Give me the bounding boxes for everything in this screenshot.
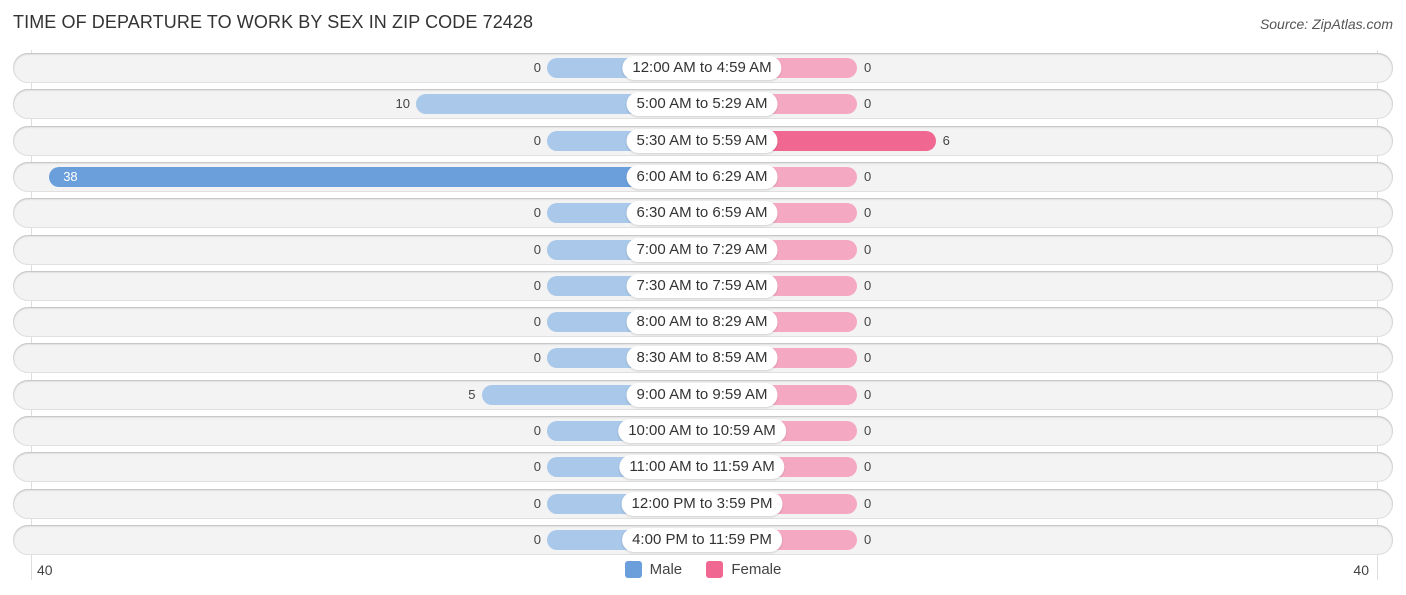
legend-label-male: Male — [649, 561, 683, 578]
category-label: 8:30 AM to 8:59 AM — [626, 346, 778, 371]
male-value-label: 0 — [533, 495, 541, 511]
male-value-label: 0 — [533, 241, 541, 257]
male-swatch — [624, 561, 642, 578]
category-label: 7:30 AM to 7:59 AM — [626, 273, 778, 298]
male-value-label: 5 — [468, 386, 476, 402]
male-bar[interactable] — [49, 166, 702, 187]
category-label: 6:30 AM to 6:59 AM — [626, 201, 778, 226]
category-label: 12:00 AM to 4:59 AM — [622, 56, 782, 80]
female-value-label: 0 — [864, 386, 872, 402]
female-value-label: 0 — [864, 241, 872, 257]
legend-item-male[interactable]: Male — [624, 561, 683, 578]
female-value-label: 0 — [864, 459, 872, 475]
legend: Male Female — [0, 561, 1406, 582]
category-label: 8:00 AM to 8:29 AM — [626, 310, 778, 335]
female-value-label: 0 — [864, 60, 872, 75]
male-value-label: 0 — [533, 132, 541, 148]
male-value-label: 0 — [533, 205, 541, 221]
female-value-label: 6 — [942, 132, 950, 148]
female-value-label: 0 — [864, 96, 872, 112]
male-value-label: 10 — [395, 96, 410, 112]
legend-item-female[interactable]: Female — [706, 561, 781, 578]
category-label: 4:00 PM to 11:59 PM — [622, 527, 782, 552]
chart-title: TIME OF DEPARTURE TO WORK BY SEX IN ZIP … — [13, 12, 534, 32]
female-value-label: 0 — [864, 205, 872, 221]
category-label: 12:00 PM to 3:59 PM — [621, 491, 783, 516]
male-value-label: 0 — [533, 350, 541, 366]
female-value-label: 0 — [864, 350, 872, 366]
male-value-label: 0 — [533, 459, 541, 475]
category-label: 5:30 AM to 5:59 AM — [626, 128, 778, 153]
female-value-label: 0 — [864, 168, 872, 184]
female-value-label: 0 — [864, 314, 872, 330]
category-label: 6:00 AM to 6:29 AM — [626, 164, 778, 189]
category-label: 11:00 AM to 11:59 AM — [619, 455, 785, 480]
legend-label-female: Female — [731, 561, 782, 578]
category-label: 5:00 AM to 5:29 AM — [626, 92, 778, 117]
category-label: 7:00 AM to 7:29 AM — [626, 237, 778, 262]
female-value-label: 0 — [864, 495, 872, 511]
female-swatch — [706, 561, 724, 578]
chart-root: TIME OF DEPARTURE TO WORK BY SEX IN ZIP … — [0, 0, 1406, 595]
male-value-label: 0 — [533, 423, 541, 438]
category-label: 10:00 AM to 10:59 AM — [618, 419, 786, 443]
source-label: Source: ZipAtlas.com — [1259, 16, 1393, 32]
male-value-label: 0 — [533, 277, 541, 293]
male-value-label: 0 — [533, 531, 541, 547]
female-value-label: 0 — [864, 423, 872, 438]
category-label: 9:00 AM to 9:59 AM — [626, 382, 778, 407]
male-value-label: 0 — [533, 60, 541, 75]
male-value-label: 0 — [533, 314, 541, 330]
female-value-label: 0 — [864, 531, 872, 547]
male-value-label: 38 — [63, 168, 78, 184]
female-value-label: 0 — [864, 277, 872, 293]
